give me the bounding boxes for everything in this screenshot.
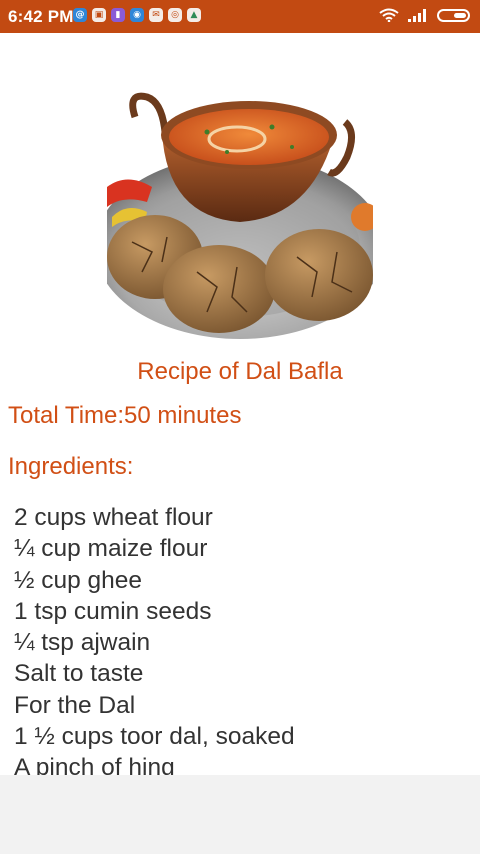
- app-icon: ▲: [187, 8, 201, 22]
- wifi-icon: [379, 8, 399, 22]
- battery-icon: [437, 8, 470, 22]
- signal-icon: [408, 9, 426, 22]
- ingredient-item: 1 tsp cumin seeds: [14, 597, 212, 625]
- ingredient-item: A pinch of hing: [14, 754, 175, 775]
- recipe-image: [107, 77, 373, 339]
- app-icon: @: [73, 8, 87, 22]
- recipe-content[interactable]: Recipe of Dal Bafla Total Time:50 minute…: [0, 33, 480, 775]
- total-time: Total Time:50 minutes: [8, 402, 242, 429]
- ingredient-item: ¼ cup maize flour: [14, 535, 208, 563]
- app-icon: ▮: [111, 8, 125, 22]
- status-time: 6:42 PM: [8, 7, 74, 26]
- bottom-blank-area: [0, 775, 480, 854]
- ingredient-item: 2 cups wheat flour: [14, 504, 213, 531]
- ingredient-item: Salt to taste: [14, 660, 144, 688]
- ingredients-list: 2 cups wheat flour ¼ cup maize flour ½ c…: [14, 502, 295, 775]
- notification-icons: @ ▣ ▮ ◉ ✉ ◎ ▲: [73, 8, 201, 22]
- ingredient-item: ½ cup ghee: [14, 566, 143, 594]
- ingredients-heading: Ingredients:: [8, 453, 134, 480]
- app-icon: ◎: [168, 8, 182, 22]
- app-icon: ◉: [130, 8, 144, 22]
- ingredient-item: ¼ tsp ajwain: [14, 629, 151, 657]
- app-icon: ▣: [92, 8, 106, 22]
- recipe-title: Recipe of Dal Bafla: [137, 358, 343, 385]
- mail-icon: ✉: [149, 8, 163, 22]
- system-icons: [379, 8, 470, 22]
- ingredient-item: For the Dal: [14, 691, 136, 719]
- ingredient-item: 1 ½ cups toor dal, soaked: [14, 723, 295, 751]
- status-bar: 6:42 PM @ ▣ ▮ ◉ ✉ ◎ ▲: [0, 0, 480, 33]
